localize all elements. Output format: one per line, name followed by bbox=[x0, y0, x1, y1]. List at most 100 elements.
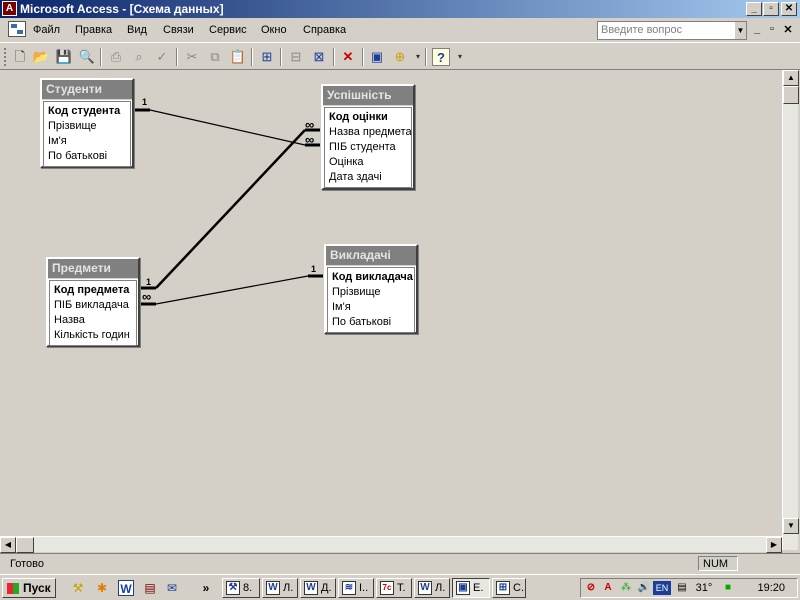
field-item[interactable]: Код студента bbox=[44, 104, 130, 119]
table-students[interactable]: Студенти Код студента Прізвище Ім'я По б… bbox=[40, 78, 134, 168]
delete-icon[interactable]: ✕ bbox=[339, 48, 357, 66]
status-icon[interactable]: ■ bbox=[721, 581, 735, 595]
cut-icon[interactable]: ✂ bbox=[183, 48, 201, 66]
menu-view[interactable]: Вид bbox=[127, 24, 147, 36]
scroll-down-icon[interactable]: ▼ bbox=[783, 518, 799, 534]
table-subjects[interactable]: Предмети Код предмета ПІБ викладача Назв… bbox=[46, 257, 140, 347]
scroll-up-icon[interactable]: ▲ bbox=[783, 70, 799, 86]
scroll-left-icon[interactable]: ◀ bbox=[0, 537, 16, 553]
field-item[interactable]: Код предмета bbox=[50, 283, 136, 298]
field-item[interactable]: Оцінка bbox=[325, 155, 411, 170]
word-icon[interactable]: W bbox=[118, 580, 134, 596]
volume-icon[interactable]: 🔊 bbox=[637, 581, 651, 595]
menu-tools[interactable]: Сервис bbox=[209, 24, 247, 36]
quicklaunch-icon[interactable]: ⚒ bbox=[70, 580, 86, 596]
table-grades[interactable]: Успішність Код оцінки Назва предмета ПІБ… bbox=[321, 84, 415, 190]
table-title[interactable]: Студенти bbox=[42, 80, 132, 100]
task-icon: ▣ bbox=[456, 581, 470, 595]
open-icon[interactable]: 📂 bbox=[32, 48, 50, 66]
taskbar-item[interactable]: W Л. bbox=[414, 578, 450, 598]
show-all-icon[interactable]: ⊠ bbox=[310, 48, 328, 66]
taskbar-item[interactable]: ≋ I.. bbox=[338, 578, 374, 598]
field-item[interactable]: ПІБ студента bbox=[325, 140, 411, 155]
menu-window[interactable]: Окно bbox=[261, 24, 287, 36]
relation-students-grades[interactable] bbox=[149, 109, 306, 146]
field-item[interactable]: Назва предмета bbox=[325, 125, 411, 140]
taskbar-item[interactable]: ⊞ С. bbox=[492, 578, 526, 598]
database-window-icon[interactable]: ▣ bbox=[368, 48, 386, 66]
new-icon[interactable]: 🗋 bbox=[11, 48, 29, 66]
menu-edit[interactable]: Правка bbox=[75, 24, 112, 36]
maximize-button[interactable]: ▫ bbox=[763, 2, 779, 16]
relation-teachers-subjects[interactable] bbox=[155, 275, 309, 305]
scroll-right-icon[interactable]: ▶ bbox=[766, 537, 782, 553]
toolbar-grip[interactable] bbox=[4, 48, 6, 66]
taskbar-item[interactable]: W Д. bbox=[300, 578, 336, 598]
quicklaunch-icon[interactable]: ✱ bbox=[94, 580, 110, 596]
language-indicator[interactable]: EN bbox=[653, 581, 671, 595]
preview-icon[interactable]: ⌕ bbox=[130, 48, 148, 66]
menu-relationships[interactable]: Связи bbox=[163, 24, 194, 36]
field-item[interactable]: Ім'я bbox=[328, 300, 414, 315]
field-item[interactable]: ПІБ викладача bbox=[50, 298, 136, 313]
toolbar-options-icon[interactable]: ▾ bbox=[451, 48, 469, 66]
table-title[interactable]: Успішність bbox=[323, 86, 413, 106]
show-direct-icon[interactable]: ⊟ bbox=[287, 48, 305, 66]
field-item[interactable]: Прізвище bbox=[44, 119, 130, 134]
doc-restore-button[interactable]: ▫ bbox=[765, 23, 779, 35]
horizontal-scrollbar[interactable]: ◀ ▶ bbox=[0, 536, 782, 553]
vertical-scrollbar[interactable]: ▲ ▼ bbox=[782, 70, 799, 550]
field-item[interactable]: По батькові bbox=[44, 149, 130, 164]
ask-question-input[interactable]: Введите вопрос bbox=[597, 21, 747, 40]
close-button[interactable]: ✕ bbox=[781, 2, 797, 16]
monitor-icon[interactable]: ▤ bbox=[675, 581, 689, 595]
minimize-button[interactable]: _ bbox=[746, 2, 762, 16]
task-icon: ⊞ bbox=[496, 581, 510, 595]
table-title[interactable]: Предмети bbox=[48, 259, 138, 279]
scroll-thumb[interactable] bbox=[783, 86, 799, 104]
relation-subjects-grades[interactable] bbox=[155, 129, 306, 289]
doc-close-button[interactable]: ✕ bbox=[781, 23, 795, 36]
taskbar-item-active[interactable]: ▣ Е. bbox=[452, 578, 490, 598]
relationships-canvas[interactable]: 1 ∞ ∞ 1 ∞ 1 Студенти Код студента Прізви… bbox=[0, 70, 782, 536]
menu-file[interactable]: Файл bbox=[33, 24, 60, 36]
scroll-thumb[interactable] bbox=[16, 537, 34, 553]
field-item[interactable]: Назва bbox=[50, 313, 136, 328]
access-icon[interactable]: A bbox=[2, 1, 17, 16]
menu-help[interactable]: Справка bbox=[303, 24, 346, 36]
more-quicklaunch-icon[interactable]: » bbox=[198, 580, 214, 596]
taskbar-item[interactable]: ⚒ 8. bbox=[222, 578, 260, 598]
antivirus-icon[interactable]: A bbox=[601, 581, 615, 595]
task-icon: 7c bbox=[380, 581, 394, 595]
copy-icon[interactable]: ⧉ bbox=[206, 48, 224, 66]
network-icon[interactable]: ⁂ bbox=[619, 581, 633, 595]
clock[interactable]: 19:20 bbox=[757, 582, 785, 594]
outlook-icon[interactable]: ✉ bbox=[164, 580, 180, 596]
print-icon[interactable]: ⎙ bbox=[107, 48, 125, 66]
field-item[interactable]: Кількість годин bbox=[50, 328, 136, 343]
field-item[interactable]: По батькові bbox=[328, 315, 414, 330]
field-item[interactable]: Прізвище bbox=[328, 285, 414, 300]
field-item[interactable]: Дата здачі bbox=[325, 170, 411, 185]
field-item[interactable]: Код викладача bbox=[328, 270, 414, 285]
save-icon[interactable]: 💾 bbox=[55, 48, 73, 66]
taskbar-item[interactable]: 7c T. bbox=[376, 578, 412, 598]
doc-minimize-button[interactable]: _ bbox=[750, 23, 764, 35]
field-item[interactable]: Ім'я bbox=[44, 134, 130, 149]
show-table-icon[interactable]: ⊞ bbox=[258, 48, 276, 66]
relationships-window-icon[interactable] bbox=[8, 21, 26, 37]
table-title[interactable]: Викладачі bbox=[326, 246, 416, 266]
start-button[interactable]: Пуск bbox=[2, 578, 56, 598]
spellcheck-icon[interactable]: ✓ bbox=[153, 48, 171, 66]
temperature-indicator[interactable]: 31° bbox=[691, 581, 717, 595]
print-preview-icon[interactable]: 🔍 bbox=[78, 48, 96, 66]
table-teachers[interactable]: Викладачі Код викладача Прізвище Ім'я По… bbox=[324, 244, 418, 334]
field-item[interactable]: Код оцінки bbox=[325, 110, 411, 125]
ask-dropdown-icon[interactable]: ▼ bbox=[735, 22, 746, 39]
access-icon[interactable]: ▤ bbox=[142, 580, 158, 596]
paste-icon[interactable]: 📋 bbox=[229, 48, 247, 66]
taskbar-item[interactable]: W Л. bbox=[262, 578, 298, 598]
stop-icon[interactable]: ⊘ bbox=[584, 581, 598, 595]
help-icon[interactable]: ? bbox=[432, 48, 450, 66]
new-object-icon[interactable]: ⊕ bbox=[391, 48, 409, 66]
